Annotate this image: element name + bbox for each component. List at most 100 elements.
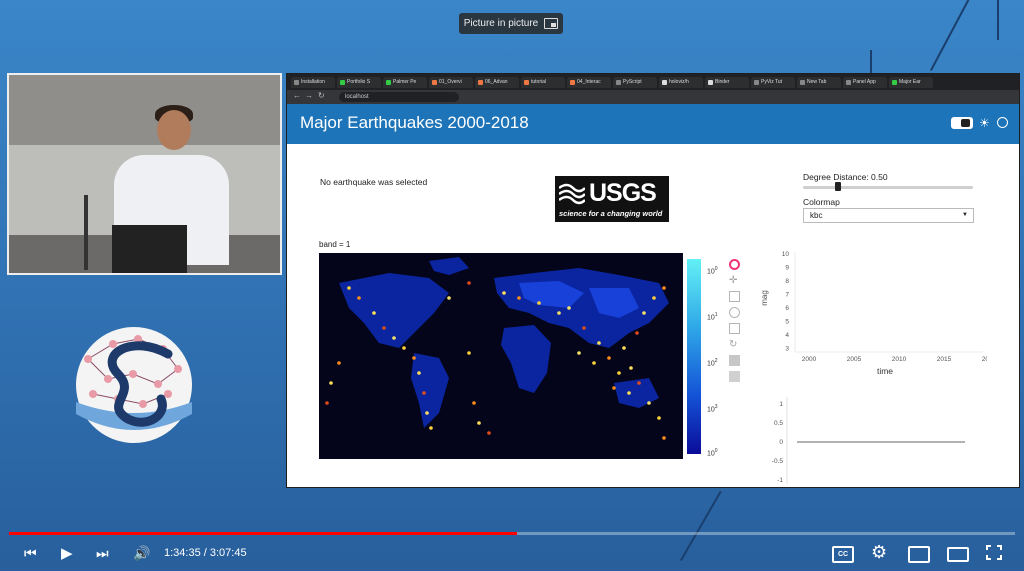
quake-marker[interactable]	[382, 326, 386, 330]
miniplayer-icon[interactable]	[908, 546, 930, 563]
quake-marker[interactable]	[402, 346, 406, 350]
tab-label: PyScript	[623, 79, 642, 85]
earthquake-world-map[interactable]	[319, 253, 683, 459]
wheel-zoom-icon[interactable]	[729, 307, 740, 318]
quake-marker[interactable]	[629, 366, 633, 370]
quake-marker[interactable]	[392, 336, 396, 340]
reset-icon[interactable]: ↻	[729, 339, 740, 350]
quake-marker[interactable]	[662, 286, 666, 290]
tab-label: Palmer Pe	[393, 79, 417, 85]
quake-marker[interactable]	[502, 291, 506, 295]
quake-marker[interactable]	[622, 346, 626, 350]
browser-tab[interactable]: 01_Overvi	[429, 76, 473, 88]
url-field[interactable]: localhost	[339, 92, 459, 102]
captions-icon[interactable]: CC	[832, 546, 854, 563]
tab-label: Panel App	[853, 79, 876, 85]
quake-marker[interactable]	[637, 381, 641, 385]
volume-icon[interactable]: 🔊	[133, 545, 150, 562]
quake-marker[interactable]	[635, 331, 639, 335]
tab-label: tutorial	[531, 79, 547, 85]
tab-label: New Tab	[807, 79, 827, 85]
quake-marker[interactable]	[607, 356, 611, 360]
hover-icon[interactable]	[729, 355, 740, 366]
mag-tick: 3	[785, 346, 789, 353]
quake-marker[interactable]	[337, 361, 341, 365]
quake-marker[interactable]	[567, 306, 571, 310]
colormap-value: kbc	[810, 211, 823, 220]
tab-favicon-icon	[662, 79, 667, 85]
forward-icon[interactable]: →	[305, 91, 313, 100]
browser-tab[interactable]: Palmer Pe	[383, 76, 427, 88]
quake-marker[interactable]	[357, 296, 361, 300]
colormap-select[interactable]: kbc ▼	[803, 208, 974, 223]
slider-handle[interactable]	[835, 182, 841, 191]
browser-tab[interactable]: New Tab	[797, 76, 841, 88]
quake-marker[interactable]	[329, 381, 333, 385]
tap-icon[interactable]	[729, 371, 740, 382]
quake-marker[interactable]	[325, 401, 329, 405]
quake-marker[interactable]	[577, 351, 581, 355]
quake-marker[interactable]	[347, 286, 351, 290]
quake-marker[interactable]	[425, 411, 429, 415]
play-icon[interactable]: ▶	[61, 544, 73, 562]
quake-marker[interactable]	[467, 351, 471, 355]
quake-marker[interactable]	[652, 296, 656, 300]
quake-marker[interactable]	[647, 401, 651, 405]
sun-icon[interactable]: ☀	[979, 117, 990, 129]
back-icon[interactable]: ←	[293, 91, 301, 100]
pan-icon[interactable]: ✛	[729, 275, 740, 286]
save-icon[interactable]	[729, 323, 740, 334]
quake-marker[interactable]	[557, 311, 561, 315]
quake-marker[interactable]	[422, 391, 426, 395]
browser-tab[interactable]: 06_Advan	[475, 76, 519, 88]
reload-icon[interactable]: ↻	[318, 91, 325, 100]
theater-mode-icon[interactable]	[947, 547, 969, 562]
theme-toggle[interactable]	[951, 117, 973, 129]
picture-in-picture-button[interactable]: Picture in picture	[459, 13, 563, 34]
quake-marker[interactable]	[417, 371, 421, 375]
degree-distance-slider[interactable]	[803, 186, 973, 189]
browser-tab[interactable]: holoviz/h	[659, 76, 703, 88]
browser-tab[interactable]: Installation	[291, 76, 335, 88]
browser-tab[interactable]: Binder	[705, 76, 749, 88]
quake-marker[interactable]	[477, 421, 481, 425]
quake-marker[interactable]	[467, 281, 471, 285]
quake-marker[interactable]	[412, 356, 416, 360]
quake-marker[interactable]	[429, 426, 433, 430]
secondary-plot[interactable]: 1 0.5 0 -0.5 -1	[757, 392, 987, 487]
browser-tab[interactable]: 04_Interac	[567, 76, 611, 88]
magnitude-time-plot[interactable]: 10 9 8 7 6 5 4 3 2000 2005 2010 2015 2020 mag time	[757, 234, 987, 384]
browser-tab[interactable]: Panel App	[843, 76, 887, 88]
quake-marker[interactable]	[537, 301, 541, 305]
browser-tab[interactable]: tutorial	[521, 76, 565, 88]
browser-tab[interactable]: PyViz Tut	[751, 76, 795, 88]
quake-marker[interactable]	[517, 296, 521, 300]
quake-marker[interactable]	[447, 296, 451, 300]
quake-marker[interactable]	[617, 371, 621, 375]
quake-marker[interactable]	[597, 341, 601, 345]
tab-label: Portfolio S	[347, 79, 371, 85]
settings-gear-icon[interactable]: ⚙	[871, 542, 887, 563]
quake-marker[interactable]	[642, 311, 646, 315]
browser-tab[interactable]: Major Ear	[889, 76, 933, 88]
mag-tick: 8	[785, 278, 789, 285]
previous-icon[interactable]: ⏮	[24, 545, 37, 562]
quake-marker[interactable]	[657, 416, 661, 420]
lower-tick: -0.5	[772, 458, 784, 465]
dropdown-arrow-icon: ▼	[962, 212, 968, 218]
fullscreen-icon[interactable]	[986, 545, 1002, 560]
next-icon[interactable]: ⏭	[96, 545, 109, 562]
quake-marker[interactable]	[372, 311, 376, 315]
browser-tab[interactable]: PyScript	[613, 76, 657, 88]
box-zoom-icon[interactable]	[729, 291, 740, 302]
quake-marker[interactable]	[627, 391, 631, 395]
quake-marker[interactable]	[582, 326, 586, 330]
quake-marker[interactable]	[472, 401, 476, 405]
tab-favicon-icon	[386, 79, 391, 85]
quake-marker[interactable]	[662, 436, 666, 440]
quake-marker[interactable]	[612, 386, 616, 390]
quake-marker[interactable]	[592, 361, 596, 365]
browser-tab[interactable]: Portfolio S	[337, 76, 381, 88]
quake-marker[interactable]	[487, 431, 491, 435]
time-tick: 2010	[892, 356, 907, 363]
